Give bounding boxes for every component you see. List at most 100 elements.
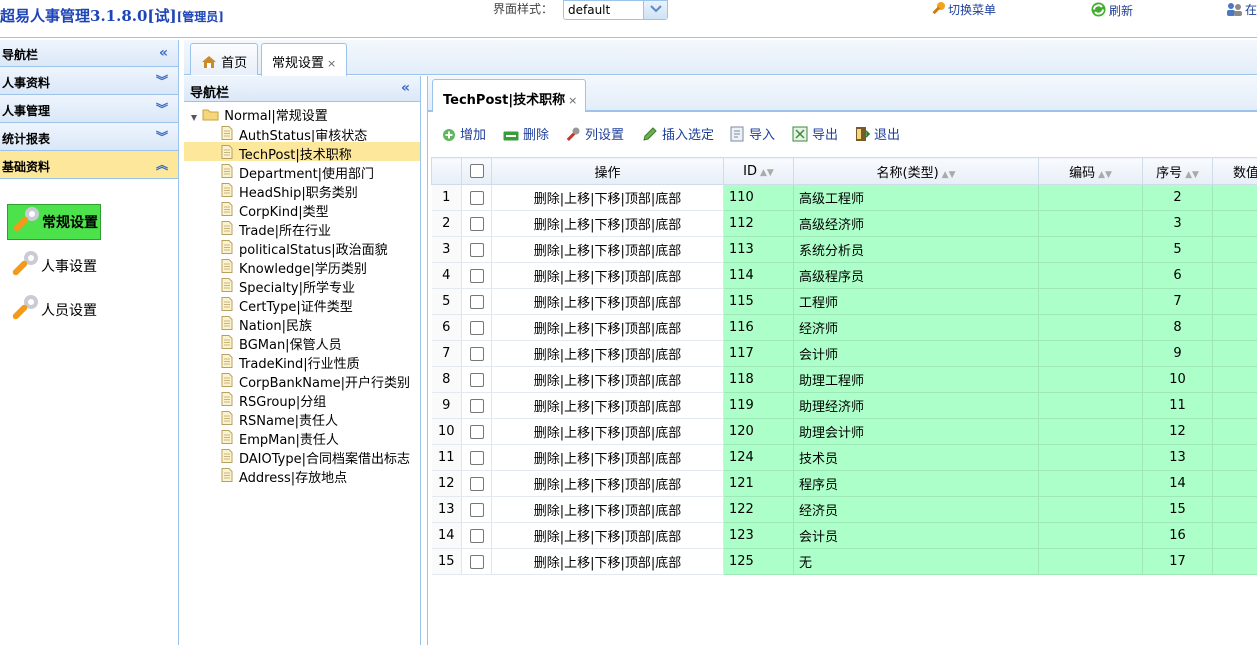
switch-menu-button[interactable]: 切换菜单 bbox=[930, 1, 996, 18]
row-actions[interactable]: 删除|上移|下移|顶部|底部 bbox=[491, 314, 724, 341]
table-row[interactable]: 15 删除|上移|下移|顶部|底部 125 无 17 bbox=[431, 548, 1257, 575]
table-row[interactable]: 3 删除|上移|下移|顶部|底部 113 系统分析员 5 bbox=[431, 236, 1257, 263]
row-actions[interactable]: 删除|上移|下移|顶部|底部 bbox=[491, 522, 724, 549]
table-row[interactable]: 7 删除|上移|下移|顶部|底部 117 会计师 9 bbox=[431, 340, 1257, 367]
import-button[interactable]: 导入 bbox=[730, 124, 775, 143]
tree-node[interactable]: CertType|证件类型 bbox=[184, 294, 420, 315]
tree-node[interactable]: RSName|责任人 bbox=[184, 408, 420, 429]
tree-node[interactable]: Address|存放地点 bbox=[184, 465, 420, 486]
row-actions[interactable]: 删除|上移|下移|顶部|底部 bbox=[491, 340, 724, 367]
select-all-checkbox[interactable] bbox=[469, 164, 484, 178]
tree-node[interactable]: Nation|民族 bbox=[184, 313, 420, 334]
tree-node[interactable]: TechPost|技术职称 bbox=[184, 142, 420, 163]
tree-node[interactable]: EmpMan|责任人 bbox=[184, 427, 420, 448]
row-actions[interactable]: 删除|上移|下移|顶部|底部 bbox=[491, 288, 724, 315]
collapse-icon[interactable]: « bbox=[401, 80, 410, 96]
table-row[interactable]: 1 删除|上移|下移|顶部|底部 110 高级工程师 2 bbox=[431, 184, 1257, 211]
table-row[interactable]: 13 删除|上移|下移|顶部|底部 122 经济员 15 bbox=[431, 496, 1257, 523]
sidebar-section-personnel-mgmt[interactable]: 人事管理 ︾ bbox=[0, 95, 178, 123]
row-checkbox[interactable] bbox=[469, 528, 484, 543]
add-button[interactable]: 增加 bbox=[442, 124, 486, 143]
row-checkbox[interactable] bbox=[469, 268, 484, 283]
column-header-value[interactable]: 数值 bbox=[1212, 157, 1257, 185]
table-row[interactable]: 6 删除|上移|下移|顶部|底部 116 经济师 8 bbox=[431, 314, 1257, 341]
close-icon[interactable]: × bbox=[568, 94, 577, 107]
table-row[interactable]: 11 删除|上移|下移|顶部|底部 124 技术员 13 bbox=[431, 444, 1257, 471]
table-row[interactable]: 4 删除|上移|下移|顶部|底部 114 高级程序员 6 bbox=[431, 262, 1257, 289]
column-header-order[interactable]: 序号 ▲▼ bbox=[1142, 157, 1213, 185]
table-row[interactable]: 9 删除|上移|下移|顶部|底部 119 助理经济师 11 bbox=[431, 392, 1257, 419]
export-button[interactable]: 导出 bbox=[792, 124, 838, 143]
sidebar-section-reports[interactable]: 统计报表 ︾ bbox=[0, 123, 178, 151]
tab-general-settings[interactable]: 常规设置 × bbox=[261, 43, 348, 76]
tree-root-normal[interactable]: Normal|常规设置 bbox=[190, 105, 328, 124]
tree-node[interactable]: TradeKind|行业性质 bbox=[184, 351, 420, 372]
table-row[interactable]: 12 删除|上移|下移|顶部|底部 121 程序员 14 bbox=[431, 470, 1257, 497]
tree-node[interactable]: BGMan|保管人员 bbox=[184, 332, 420, 353]
row-checkbox[interactable] bbox=[469, 476, 484, 491]
tree-node[interactable]: RSGroup|分组 bbox=[184, 389, 420, 410]
tree-node[interactable]: DAIOType|合同档案借出标志 bbox=[184, 446, 420, 467]
table-row[interactable]: 14 删除|上移|下移|顶部|底部 123 会计员 16 bbox=[431, 522, 1257, 549]
row-actions[interactable]: 删除|上移|下移|顶部|底部 bbox=[491, 470, 724, 497]
tree-node[interactable]: CorpBankName|开户行类别 bbox=[184, 370, 420, 391]
row-checkbox[interactable] bbox=[469, 216, 484, 231]
chevron-down-icon[interactable] bbox=[643, 1, 667, 19]
row-actions[interactable]: 删除|上移|下移|顶部|底部 bbox=[491, 184, 724, 211]
row-checkbox[interactable] bbox=[469, 502, 484, 517]
tree-node[interactable]: politicalStatus|政治面貌 bbox=[184, 237, 420, 258]
row-actions[interactable]: 删除|上移|下移|顶部|底部 bbox=[491, 548, 724, 575]
table-row[interactable]: 2 删除|上移|下移|顶部|底部 112 高级经济师 3 bbox=[431, 210, 1257, 237]
column-header-id[interactable]: ID ▲▼ bbox=[723, 157, 794, 185]
table-row[interactable]: 5 删除|上移|下移|顶部|底部 115 工程师 7 bbox=[431, 288, 1257, 315]
sidebar-section-personnel-data[interactable]: 人事资料 ︾ bbox=[0, 67, 178, 95]
exit-button[interactable]: 退出 bbox=[854, 124, 900, 143]
column-header-code[interactable]: 编码 ▲▼ bbox=[1038, 157, 1143, 185]
tree-node[interactable]: CorpKind|类型 bbox=[184, 199, 420, 220]
close-icon[interactable]: × bbox=[327, 57, 336, 70]
sidebar-section-basic-data[interactable]: 基础资料 ︽ bbox=[0, 151, 178, 179]
tab-home[interactable]: 首页 bbox=[190, 43, 259, 75]
table-row[interactable]: 10 删除|上移|下移|顶部|底部 120 助理会计师 12 bbox=[431, 418, 1257, 445]
panel-header: 导航栏 « bbox=[184, 76, 420, 102]
row-checkbox[interactable] bbox=[469, 190, 484, 205]
row-checkbox[interactable] bbox=[469, 346, 484, 361]
sidebar-item-general-settings[interactable]: 常规设置 bbox=[7, 204, 101, 240]
tab-techpost[interactable]: TechPost|技术职称 × bbox=[432, 79, 587, 113]
row-actions[interactable]: 删除|上移|下移|顶部|底部 bbox=[491, 444, 724, 471]
theme-select[interactable]: default bbox=[563, 0, 668, 20]
online-button[interactable]: 在 bbox=[1225, 1, 1257, 18]
row-checkbox[interactable] bbox=[469, 320, 484, 335]
row-actions[interactable]: 删除|上移|下移|顶部|底部 bbox=[491, 366, 724, 393]
cell-code bbox=[1038, 262, 1143, 289]
tree-node[interactable]: AuthStatus|审核状态 bbox=[184, 123, 420, 144]
row-checkbox[interactable] bbox=[469, 294, 484, 309]
table-row[interactable]: 8 删除|上移|下移|顶部|底部 118 助理工程师 10 bbox=[431, 366, 1257, 393]
column-header-name[interactable]: 名称(类型) ▲▼ bbox=[793, 157, 1039, 185]
sidebar-item-staff-settings[interactable]: 人员设置 bbox=[7, 293, 97, 329]
expand-triangle-icon[interactable] bbox=[190, 114, 198, 122]
row-actions[interactable]: 删除|上移|下移|顶部|底部 bbox=[491, 392, 724, 419]
row-checkbox[interactable] bbox=[469, 424, 484, 439]
row-actions[interactable]: 删除|上移|下移|顶部|底部 bbox=[491, 210, 724, 237]
tree-node[interactable]: HeadShip|职务类别 bbox=[184, 180, 420, 201]
row-actions[interactable]: 删除|上移|下移|顶部|底部 bbox=[491, 262, 724, 289]
row-checkbox[interactable] bbox=[469, 450, 484, 465]
row-checkbox[interactable] bbox=[469, 398, 484, 413]
row-checkbox[interactable] bbox=[469, 242, 484, 257]
delete-button[interactable]: 删除 bbox=[503, 124, 549, 143]
sidebar-item-personnel-settings[interactable]: 人事设置 bbox=[7, 249, 97, 285]
insert-selected-button[interactable]: 插入选定 bbox=[642, 124, 714, 143]
row-checkbox[interactable] bbox=[469, 554, 484, 569]
column-settings-button[interactable]: 列设置 bbox=[565, 124, 624, 143]
collapse-icon[interactable]: « bbox=[159, 45, 168, 61]
tree-node[interactable]: Specialty|所学专业 bbox=[184, 275, 420, 296]
row-actions[interactable]: 删除|上移|下移|顶部|底部 bbox=[491, 496, 724, 523]
row-actions[interactable]: 删除|上移|下移|顶部|底部 bbox=[491, 236, 724, 263]
refresh-button[interactable]: 刷新 bbox=[1090, 1, 1133, 19]
tree-node[interactable]: Department|使用部门 bbox=[184, 161, 420, 182]
row-checkbox[interactable] bbox=[469, 372, 484, 387]
row-actions[interactable]: 删除|上移|下移|顶部|底部 bbox=[491, 418, 724, 445]
tree-node[interactable]: Knowledge|学历类别 bbox=[184, 256, 420, 277]
tree-node[interactable]: Trade|所在行业 bbox=[184, 218, 420, 239]
